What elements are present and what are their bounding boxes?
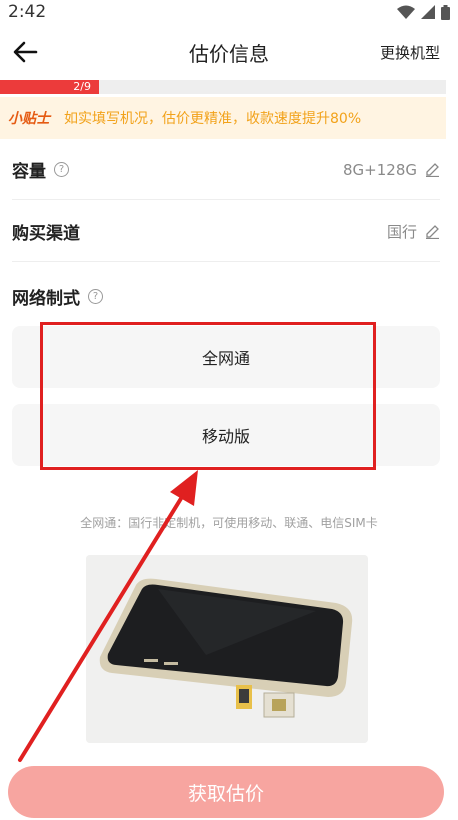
help-icon[interactable]: ?	[54, 162, 69, 177]
channel-value: 国行	[386, 223, 417, 241]
battery-icon	[441, 4, 450, 20]
channel-value-group[interactable]: 国行	[387, 221, 440, 242]
capacity-value-group[interactable]: 8G+128G	[343, 161, 440, 179]
progress-label: 2/9	[73, 80, 91, 93]
progress-bar: 2/9	[0, 80, 446, 94]
wifi-icon	[397, 5, 415, 19]
network-section-title: 网络制式 ?	[12, 283, 103, 309]
highlight-box	[40, 322, 376, 470]
capacity-value: 8G+128G	[343, 160, 417, 179]
edit-icon[interactable]	[425, 162, 440, 177]
tip-banner: 小贴士 如实填写机况，估价更精准，收款速度提升80%	[0, 97, 446, 139]
progress-fill: 2/9	[0, 80, 99, 94]
network-label: 网络制式	[12, 288, 80, 309]
network-description: 全网通：国行非定制机，可使用移动、联通、电信SIM卡	[80, 516, 378, 530]
help-icon[interactable]: ?	[88, 288, 103, 304]
get-estimate-button[interactable]: 获取估价	[8, 766, 444, 818]
purchase-channel-row[interactable]: 购买渠道 国行	[12, 202, 440, 262]
phone-photo	[86, 555, 368, 743]
capacity-label: 容量	[12, 162, 46, 182]
switch-model-button[interactable]: 更换机型	[380, 42, 440, 63]
top-nav: 估价信息 更换机型	[0, 28, 458, 76]
tip-text: 如实填写机况，估价更精准，收款速度提升80%	[64, 111, 362, 127]
edit-icon[interactable]	[425, 224, 440, 239]
phone-illustration	[86, 555, 368, 743]
signal-icon	[421, 5, 435, 19]
status-icons	[397, 4, 450, 20]
capacity-row[interactable]: 容量 ? 8G+128G	[12, 140, 440, 200]
status-time: 2:42	[8, 2, 47, 22]
status-bar: 2:42	[0, 0, 458, 24]
tip-tag: 小贴士	[8, 111, 50, 127]
channel-label: 购买渠道	[12, 224, 80, 244]
